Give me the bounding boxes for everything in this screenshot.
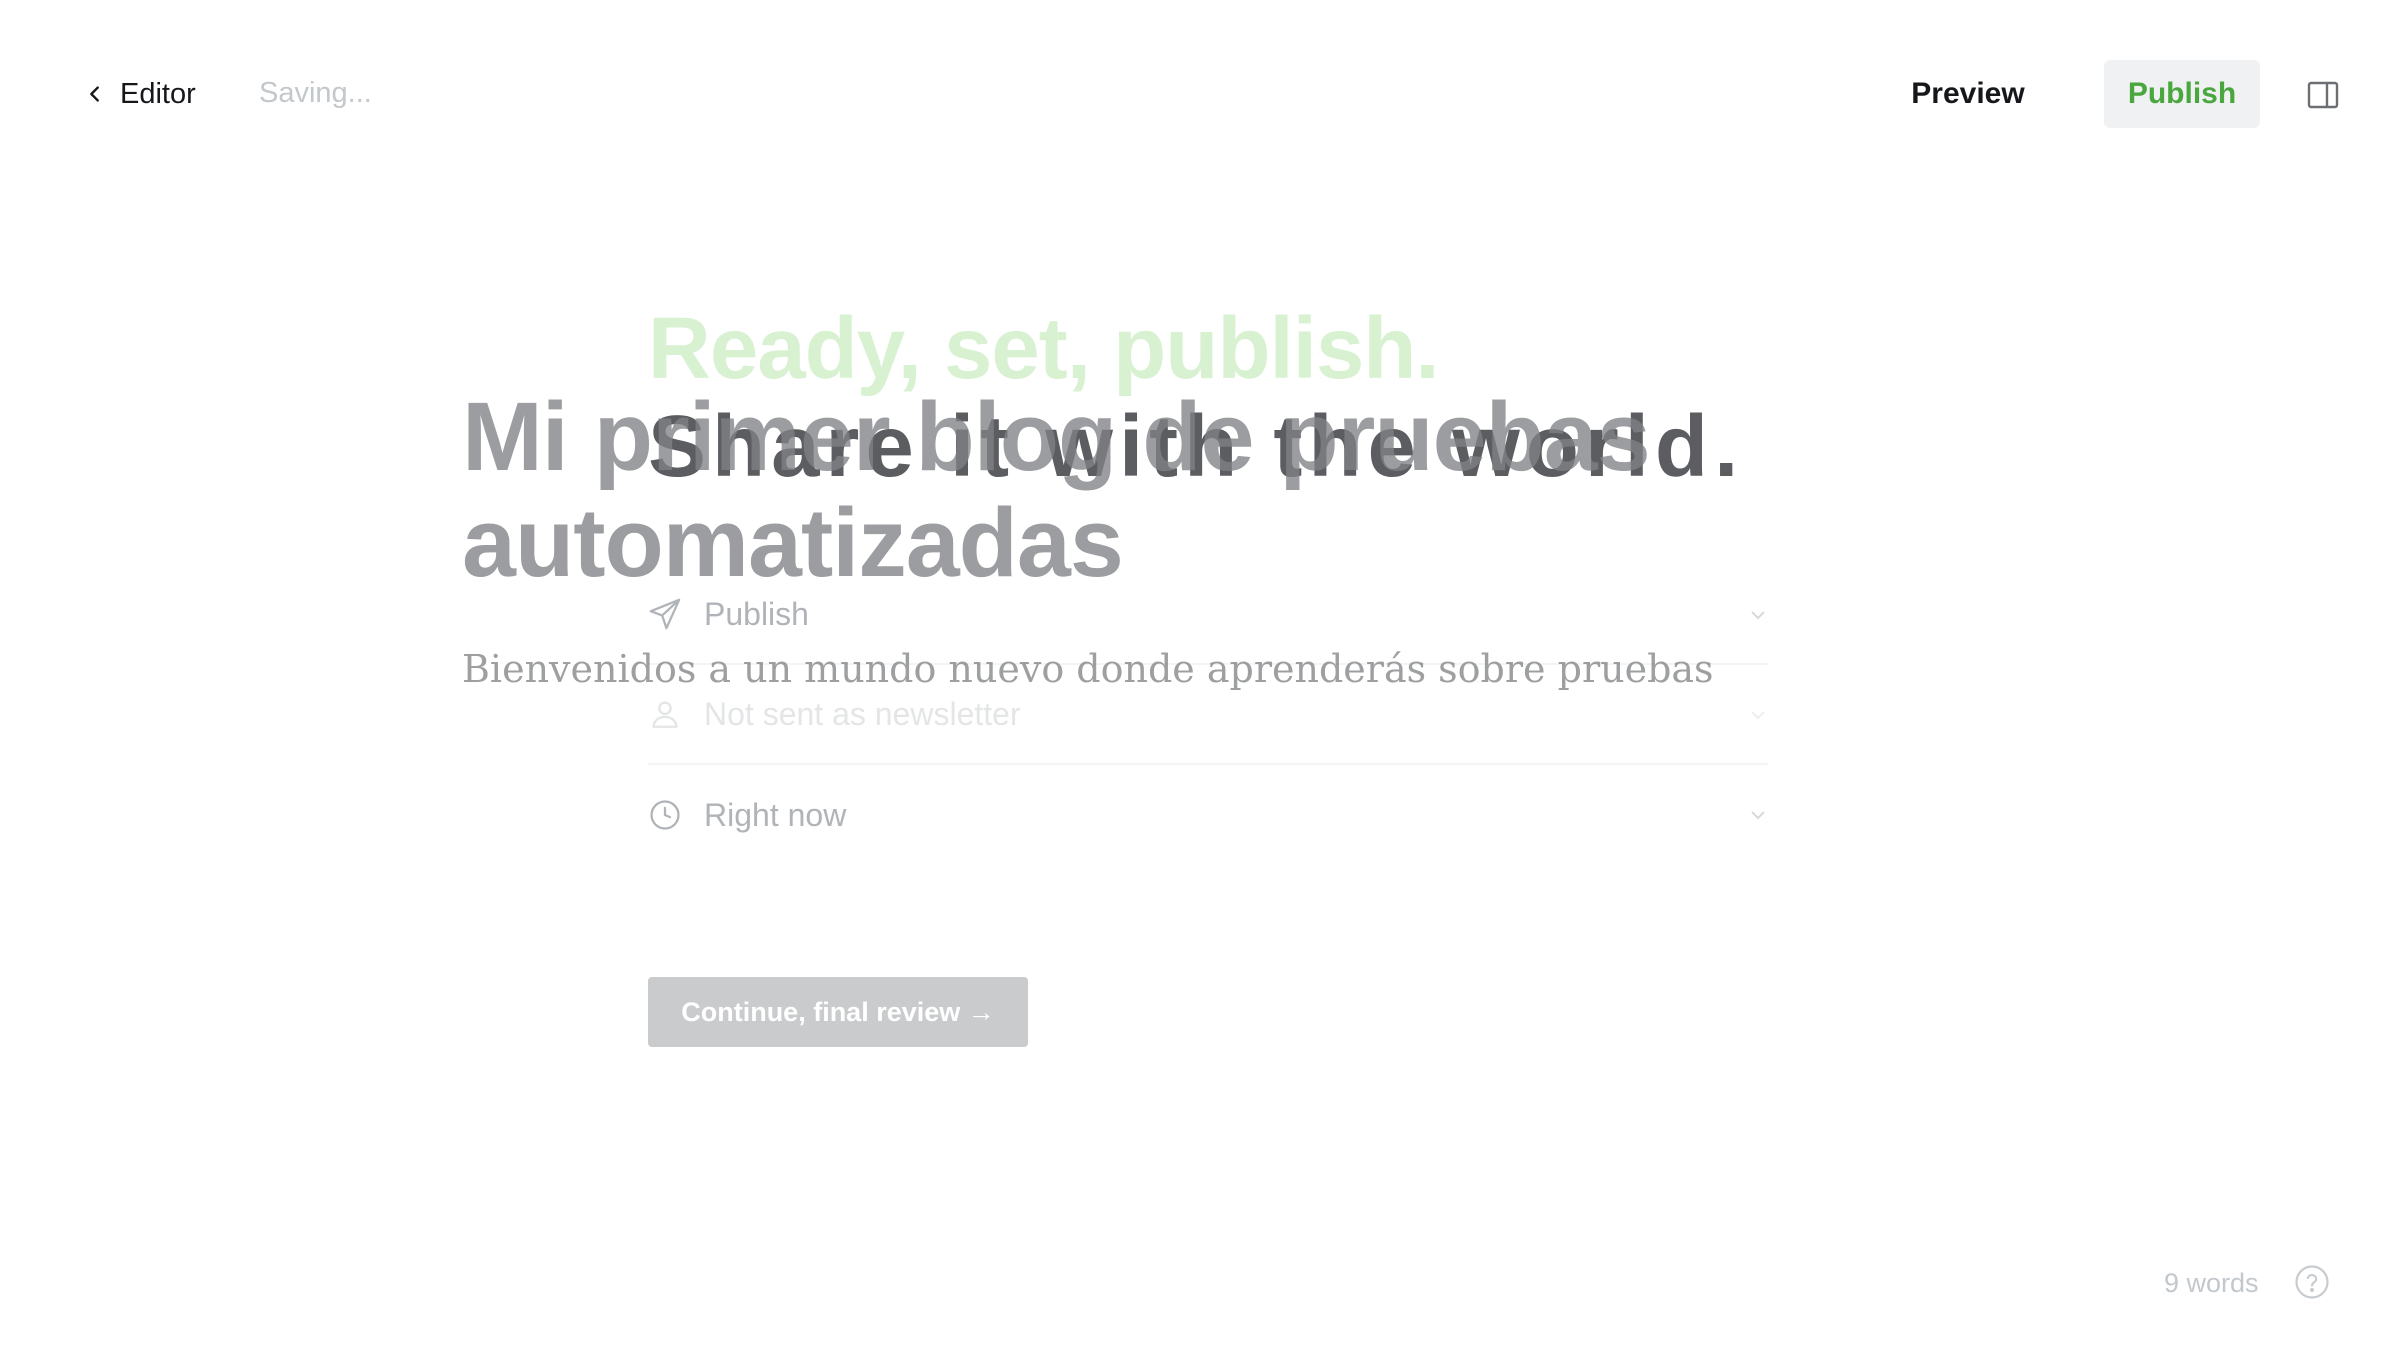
continue-final-review-button[interactable]: Continue, final review → [648, 977, 1028, 1047]
word-count: 9 words [2164, 1268, 2259, 1298]
publish-button[interactable]: Publish [2104, 60, 2260, 128]
chevron-down-icon [1751, 711, 1765, 720]
post-content: Mi primer blog de pruebas automatizadas … [462, 384, 1782, 692]
editor-header: Editor Saving... Preview Publish [0, 0, 2400, 190]
chevron-down-icon [1751, 811, 1765, 820]
help-icon[interactable] [2294, 1264, 2330, 1300]
sidebar-toggle-icon[interactable] [2306, 78, 2340, 112]
chevron-left-icon [90, 86, 99, 102]
clock-icon [650, 800, 680, 830]
back-to-editor-link[interactable]: Editor [84, 72, 196, 116]
schedule-option[interactable]: Right now [648, 765, 1768, 865]
preview-button[interactable]: Preview [1911, 60, 2024, 128]
save-status: Saving... [259, 77, 372, 109]
post-title[interactable]: Mi primer blog de pruebas automatizadas [462, 384, 1782, 596]
post-excerpt[interactable]: Bienvenidos a un mundo nuevo donde apren… [462, 646, 1782, 692]
option-label: Right now [704, 796, 847, 833]
back-link-label: Editor [120, 77, 196, 110]
user-icon [652, 701, 678, 728]
option-label: Not sent as newsletter [704, 695, 1021, 732]
editor-publish-screen: Editor Saving... Preview Publish Ready, … [0, 0, 2400, 1370]
